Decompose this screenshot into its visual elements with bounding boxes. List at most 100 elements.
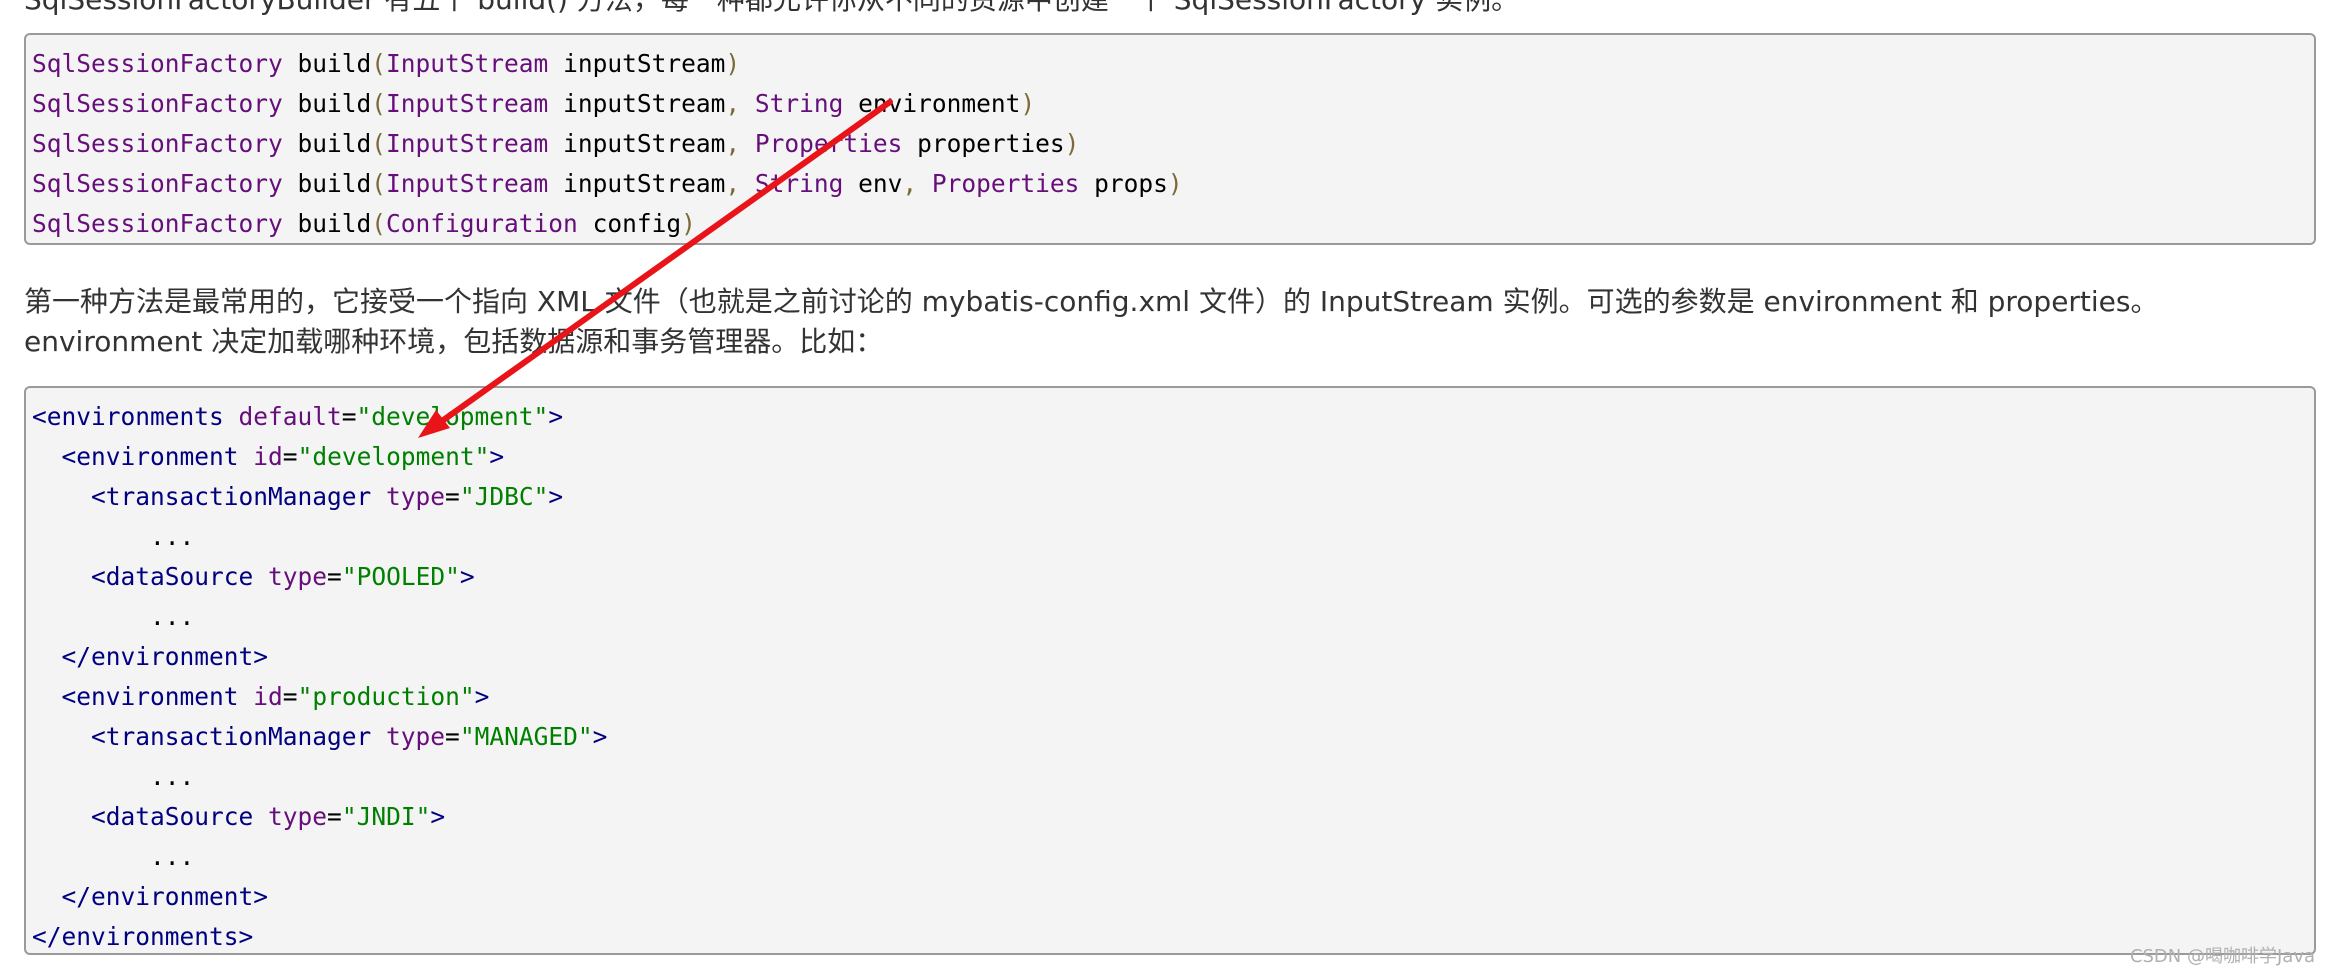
code-token: InputStream xyxy=(386,49,549,78)
code-token: SqlSessionFactory xyxy=(32,209,283,238)
code-token: "development" xyxy=(297,442,490,471)
code-line: <transactionManager type="MANAGED"> xyxy=(32,717,2314,757)
code-token: SqlSessionFactory xyxy=(32,89,283,118)
code-token: ... xyxy=(32,762,195,791)
code-token: <dataSource xyxy=(91,802,269,831)
code-token: inputStream xyxy=(548,129,726,158)
code-token: ... xyxy=(32,522,195,551)
code-token: = xyxy=(445,722,460,751)
code-line: </environments> xyxy=(32,917,2314,957)
code-token: environment xyxy=(843,89,1021,118)
code-token: ( xyxy=(371,49,387,78)
code-token: <transactionManager xyxy=(91,482,387,511)
code-line: <dataSource type="POOLED"> xyxy=(32,557,2314,597)
code-token: , xyxy=(725,129,755,158)
code-token: "JDBC" xyxy=(459,482,549,511)
code-token: > xyxy=(474,682,490,711)
code-token: > xyxy=(592,722,608,751)
code-token: build xyxy=(282,129,372,158)
code-token: id xyxy=(253,442,283,471)
code-token: "MANAGED" xyxy=(459,722,593,751)
code-token: = xyxy=(445,482,460,511)
code-token: props xyxy=(1079,169,1168,198)
code-token: ) xyxy=(681,209,696,238)
code-token: <environment xyxy=(61,442,254,471)
code-token: InputStream xyxy=(386,129,549,158)
code-line: SqlSessionFactory build(InputStream inpu… xyxy=(32,124,2314,164)
code-token: = xyxy=(282,442,298,471)
code-token: build xyxy=(282,169,372,198)
code-token: InputStream xyxy=(386,169,549,198)
code-token: SqlSessionFactory xyxy=(32,129,283,158)
code-token: > xyxy=(430,802,446,831)
code-token: <dataSource xyxy=(91,562,269,591)
code-token: ... xyxy=(32,842,195,871)
code-line: SqlSessionFactory build(InputStream inpu… xyxy=(32,84,2314,124)
code-token: , xyxy=(725,89,755,118)
code-token: ) xyxy=(1020,89,1036,118)
csdn-watermark: CSDN @喝咖啡学Java xyxy=(2129,946,2315,967)
code-token: SqlSessionFactory xyxy=(32,169,283,198)
code-token: default xyxy=(238,402,342,431)
code-line: SqlSessionFactory build(Configuration co… xyxy=(32,204,2314,244)
code-token: = xyxy=(282,682,298,711)
code-token: InputStream xyxy=(386,89,549,118)
code-token: > xyxy=(548,402,564,431)
code-token: id xyxy=(253,682,283,711)
code-token: SqlSessionFactory xyxy=(32,49,283,78)
code-token: > xyxy=(489,442,505,471)
code-token: ) xyxy=(725,49,741,78)
code-line: </environment> xyxy=(32,637,2314,677)
code-line: <environment id="production"> xyxy=(32,677,2314,717)
code-line: <dataSource type="JNDI"> xyxy=(32,797,2314,837)
code-line: ... xyxy=(32,837,2314,877)
code-token: String xyxy=(754,89,844,118)
code-token: ( xyxy=(371,129,387,158)
top-partial-text: SqlSessionFactoryBuilder 有五个 build() 方法，… xyxy=(24,0,1519,18)
code-token: String xyxy=(754,169,844,198)
code-token: ... xyxy=(32,602,195,631)
code-line: </environment> xyxy=(32,877,2314,917)
code-token: "POOLED" xyxy=(341,562,460,591)
code-line: ... xyxy=(32,757,2314,797)
code-token: = xyxy=(327,562,342,591)
code-line: <environments default="development"> xyxy=(32,397,2314,437)
code-token: Properties xyxy=(931,169,1080,198)
code-token: </environment> xyxy=(61,642,269,671)
code-line: ... xyxy=(32,597,2314,637)
code-token: "development" xyxy=(356,402,549,431)
code-token: ( xyxy=(371,89,387,118)
code-token: env xyxy=(843,169,903,198)
code-token: "JNDI" xyxy=(341,802,431,831)
code-block-build-methods: SqlSessionFactory build(InputStream inpu… xyxy=(24,33,2316,245)
code-token: </environments> xyxy=(32,922,254,951)
code-token: ( xyxy=(371,209,387,238)
code-token: properties xyxy=(902,129,1065,158)
code-token: <transactionManager xyxy=(91,722,387,751)
description-paragraph: 第一种方法是最常用的，它接受一个指向 XML 文件（也就是之前讨论的 mybat… xyxy=(24,285,2159,358)
code-token: = xyxy=(327,802,342,831)
code-token: <environment xyxy=(61,682,254,711)
code-token: > xyxy=(459,562,475,591)
code-token: type xyxy=(386,722,446,751)
code-token: ) xyxy=(1064,129,1080,158)
code-token: ) xyxy=(1167,169,1183,198)
code-token: type xyxy=(268,562,328,591)
code-token: build xyxy=(282,209,372,238)
code-line: SqlSessionFactory build(InputStream inpu… xyxy=(32,164,2314,204)
code-token: build xyxy=(282,89,372,118)
code-token: </environment> xyxy=(61,882,269,911)
code-token: inputStream xyxy=(548,49,726,78)
code-token: Properties xyxy=(754,129,903,158)
code-token: , xyxy=(902,169,932,198)
code-line: ... xyxy=(32,517,2314,557)
code-token: type xyxy=(386,482,446,511)
code-token: inputStream xyxy=(548,89,726,118)
